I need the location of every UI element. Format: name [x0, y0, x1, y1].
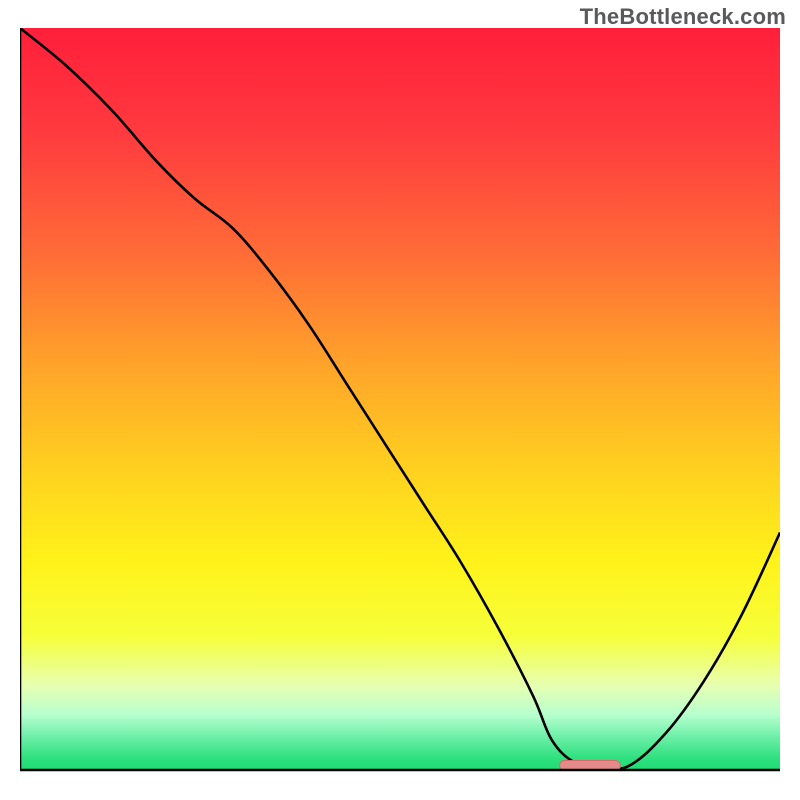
gradient-background	[20, 28, 780, 770]
watermark-text: TheBottleneck.com	[580, 4, 786, 30]
bottleneck-curve-chart	[20, 28, 780, 780]
chart-stage: TheBottleneck.com	[0, 0, 800, 800]
plot-area	[20, 28, 780, 780]
